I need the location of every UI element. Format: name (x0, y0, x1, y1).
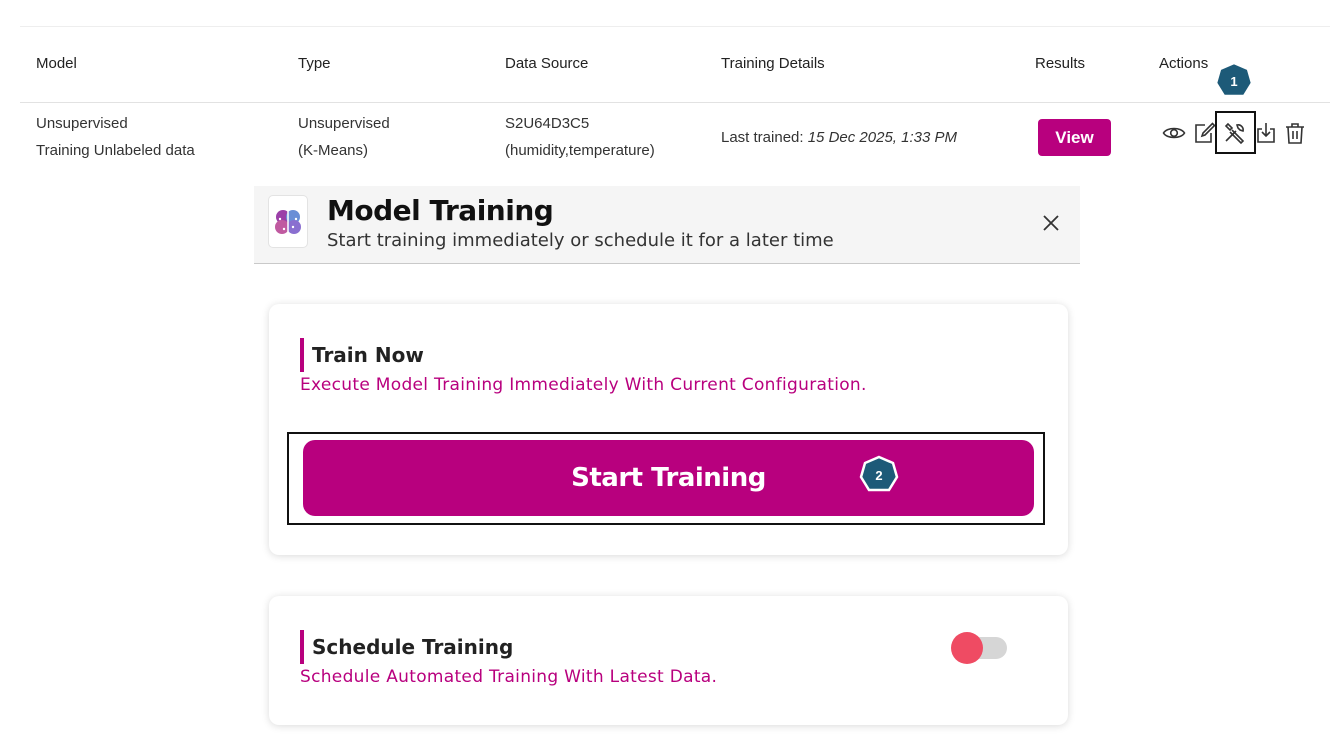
eye-icon[interactable] (1162, 121, 1186, 145)
title-accent-bar (300, 338, 304, 372)
step-badge-2-number: 2 (875, 467, 883, 483)
header-divider (20, 102, 1330, 103)
column-header-data-source: Data Source (505, 55, 589, 72)
start-training-button[interactable]: Start Training (303, 440, 1034, 516)
last-trained-value: 15 Dec 2025, 1:33 PM (807, 129, 957, 146)
schedule-training-title: Schedule Training (312, 635, 514, 659)
schedule-training-description: Schedule Automated Training With Latest … (300, 667, 718, 687)
cell-training-details: Last trained: 15 Dec 2025, 1:33 PM (721, 124, 957, 151)
view-results-button[interactable]: View (1038, 119, 1111, 156)
step-badge-1-number: 1 (1230, 73, 1238, 89)
modal-subtitle: Start training immediately or schedule i… (327, 230, 834, 251)
download-icon[interactable] (1254, 121, 1278, 145)
trash-icon[interactable] (1283, 121, 1307, 145)
data-source-id: S2U64D3C5 (505, 115, 590, 132)
last-trained-label: Last trained: (721, 129, 808, 146)
title-accent-bar (300, 630, 304, 664)
cell-type: Unsupervised (K-Means) (298, 110, 390, 164)
step-badge-2: 2 (859, 455, 899, 495)
brain-icon (268, 195, 308, 248)
cell-data-source: S2U64D3C5 (humidity,temperature) (505, 110, 655, 164)
column-header-type: Type (298, 55, 331, 72)
top-divider (20, 26, 1330, 27)
type-algorithm: (K-Means) (298, 142, 369, 159)
toggle-knob (951, 632, 983, 664)
train-now-card: Train Now Execute Model Training Immedia… (269, 304, 1068, 555)
modal-header: Model Training Start training immediatel… (254, 186, 1080, 264)
modal-title: Model Training (327, 194, 554, 227)
model-description: Training Unlabeled data (36, 142, 195, 159)
type-name: Unsupervised (298, 115, 390, 132)
cell-model: Unsupervised Training Unlabeled data (36, 110, 195, 164)
column-header-actions: Actions (1159, 55, 1209, 72)
column-header-training-details: Training Details (721, 55, 825, 72)
schedule-training-toggle[interactable] (951, 632, 1007, 664)
schedule-training-card: Schedule Training Schedule Automated Tra… (269, 596, 1068, 725)
column-header-model: Model (36, 55, 77, 72)
train-now-title: Train Now (312, 343, 424, 367)
close-icon[interactable] (1040, 212, 1062, 234)
train-now-description: Execute Model Training Immediately With … (300, 375, 867, 395)
edit-icon[interactable] (1192, 121, 1216, 145)
data-source-fields: (humidity,temperature) (505, 142, 655, 159)
column-header-results: Results (1035, 55, 1086, 72)
model-name: Unsupervised (36, 115, 128, 132)
step-badge-1: 1 (1214, 61, 1254, 101)
tools-icon-highlight (1215, 111, 1256, 154)
